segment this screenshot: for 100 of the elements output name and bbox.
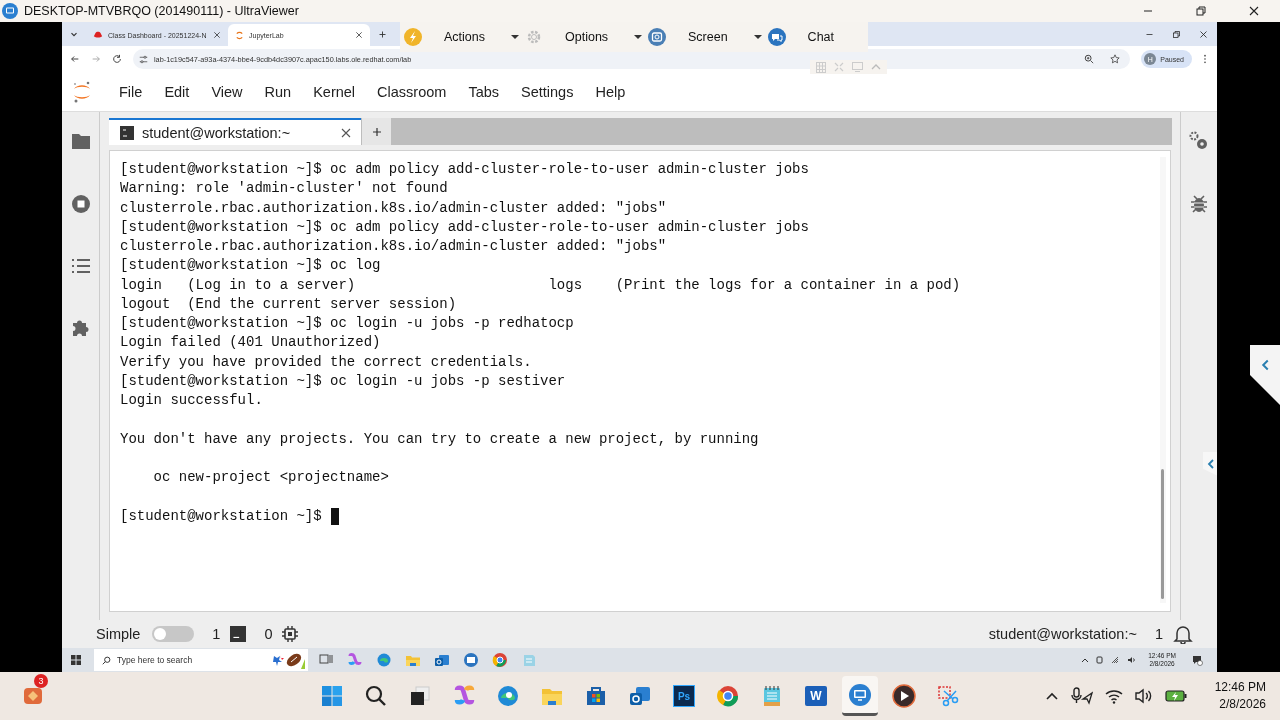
terminal-line: [student@workstation ~]$ oc login -u jobs -p sestiver: [120, 371, 566, 391]
menu-item[interactable]: View: [200, 79, 254, 104]
restore-icon[interactable]: [1195, 5, 1207, 17]
notification-icon[interactable]: [1192, 654, 1203, 666]
menu-item[interactable]: Kernel: [302, 79, 367, 104]
camera-icon: [648, 28, 666, 46]
close-icon[interactable]: [1199, 29, 1208, 39]
zoom-icon[interactable]: [1084, 54, 1095, 64]
terminal-tab[interactable]: student@workstation:~: [109, 118, 361, 145]
edge-icon[interactable]: [496, 684, 520, 708]
notification-count: 1: [1154, 626, 1163, 642]
notification-badge: 3: [34, 674, 48, 688]
task-view-icon[interactable]: [408, 684, 432, 708]
terminal-line: [student@workstation ~]$ oc log: [120, 256, 381, 276]
football-icon: [272, 651, 308, 669]
play-icon[interactable]: [892, 684, 916, 708]
star-icon[interactable]: [1110, 54, 1121, 64]
chevron-left-icon: [1260, 359, 1270, 371]
plus-icon: [370, 125, 383, 138]
battery-icon[interactable]: [1164, 689, 1187, 703]
puzzle-icon[interactable]: [70, 318, 91, 338]
kernel-count: 0: [264, 626, 273, 642]
remote-app-icon[interactable]: [848, 682, 872, 707]
search-icon[interactable]: [364, 684, 388, 708]
menu-item[interactable]: Edit: [153, 79, 201, 104]
bug-icon[interactable]: [1190, 193, 1208, 213]
simple-mode-toggle[interactable]: [152, 626, 195, 642]
bell-icon[interactable]: [1173, 624, 1193, 644]
browser-icon[interactable]: [492, 652, 508, 668]
copilot-icon[interactable]: [347, 652, 363, 668]
app-logo-icon: [2, 3, 18, 19]
store-icon[interactable]: [584, 684, 608, 708]
caret-up-icon[interactable]: [1044, 691, 1059, 701]
remote-app-icon[interactable]: [463, 652, 479, 668]
menu-item[interactable]: Classroom: [366, 79, 458, 104]
menu-item[interactable]: Run: [253, 79, 303, 104]
stop-circle-icon[interactable]: [70, 194, 91, 214]
terminal-count: 1: [212, 626, 221, 642]
close-icon[interactable]: [355, 31, 363, 39]
terminal-line: [student@workstation ~]$ oc adm policy add-cluster-role-to-user admin-cluster jobs: [120, 217, 809, 237]
chevron-left-icon: [1206, 459, 1215, 469]
terminal-line: Warning: role 'admin-cluster' not found: [120, 179, 448, 199]
toolbar-menu-button[interactable]: Chat: [785, 28, 840, 46]
volume-icon[interactable]: [1127, 656, 1137, 664]
chat-bubble-icon: [767, 28, 786, 46]
terminal-icon: [230, 626, 247, 642]
clock-date: 2/8/2026: [1219, 696, 1266, 713]
close-icon[interactable]: [340, 126, 352, 139]
caret-up-icon[interactable]: [1081, 657, 1090, 663]
terminal-line: logout (End the current server session): [120, 294, 457, 314]
site-settings-icon[interactable]: [139, 54, 148, 64]
more-icon[interactable]: [1203, 54, 1207, 64]
restore-icon[interactable]: [1172, 29, 1181, 39]
mail-icon[interactable]: [628, 684, 652, 708]
jupyter-logo-icon: [72, 79, 92, 104]
menu-item[interactable]: File: [108, 79, 154, 104]
spinner-icon: [235, 30, 244, 40]
terminal-line: [student@workstation ~]$ oc login -u jobs -p redhatocp: [120, 314, 574, 333]
edge-icon[interactable]: [376, 652, 392, 668]
gear-icon: [525, 28, 543, 46]
toolbar-menu-button[interactable]: Screen: [666, 28, 768, 46]
bolt-icon: [404, 28, 422, 46]
new-tab-button[interactable]: [362, 118, 391, 145]
windows-start-icon[interactable]: [71, 655, 81, 665]
back-icon[interactable]: [70, 54, 80, 64]
terminal-line: [student@workstation ~]$ oc adm policy add-cluster-role-to-user admin-cluster jobs: [120, 160, 809, 179]
photo-editor-icon[interactable]: Ps: [673, 685, 695, 707]
search-icon: [102, 655, 111, 665]
close-icon[interactable]: [1248, 5, 1260, 17]
terminal-icon: [120, 125, 134, 140]
menu-item[interactable]: Help: [584, 79, 637, 104]
word-icon[interactable]: W: [805, 686, 827, 706]
menu-item[interactable]: Settings: [510, 79, 585, 104]
mail-icon[interactable]: [434, 652, 450, 668]
microphone-icon[interactable]: [1070, 687, 1093, 705]
volume-icon[interactable]: [1134, 688, 1153, 704]
terminal-panel[interactable]: [109, 150, 1171, 612]
list-icon[interactable]: [70, 258, 91, 274]
scissors-icon[interactable]: [936, 684, 960, 708]
terminal-line: login (Log in to a server) logs (Print the logs for a container in a pod): [120, 275, 961, 295]
toolbar-menu-button[interactable]: Options: [543, 28, 649, 46]
expand-tab[interactable]: [1250, 345, 1280, 405]
scrollbar[interactable]: [1160, 157, 1166, 603]
gears-icon[interactable]: [1188, 130, 1210, 152]
chip-icon: [282, 626, 299, 642]
windows-start-icon[interactable]: [320, 684, 344, 708]
hat-icon: [93, 31, 103, 39]
folder-icon[interactable]: [70, 132, 91, 150]
new-tab-icon[interactable]: [378, 29, 387, 39]
window-title: DESKTOP-MTVBRQO (201490111) - UltraViewer: [24, 4, 299, 18]
terminal-line: clusterrole.rbac.authorization.k8s.io/admin-cluster added: "jobs": [120, 237, 667, 256]
terminal-line: oc new-project <projectname>: [152, 468, 389, 487]
search-field[interactable]: Type here to search: [94, 649, 308, 671]
reload-icon[interactable]: [112, 54, 122, 64]
browser-icon[interactable]: [716, 684, 740, 708]
terminal-line: Login successful.: [120, 391, 263, 410]
toolbar-menu-button[interactable]: Actions: [422, 28, 525, 46]
menu-item[interactable]: Tabs: [457, 79, 510, 104]
mode-label: Simple: [96, 626, 141, 642]
terminal-line: Login failed (401 Unauthorized): [120, 333, 381, 353]
